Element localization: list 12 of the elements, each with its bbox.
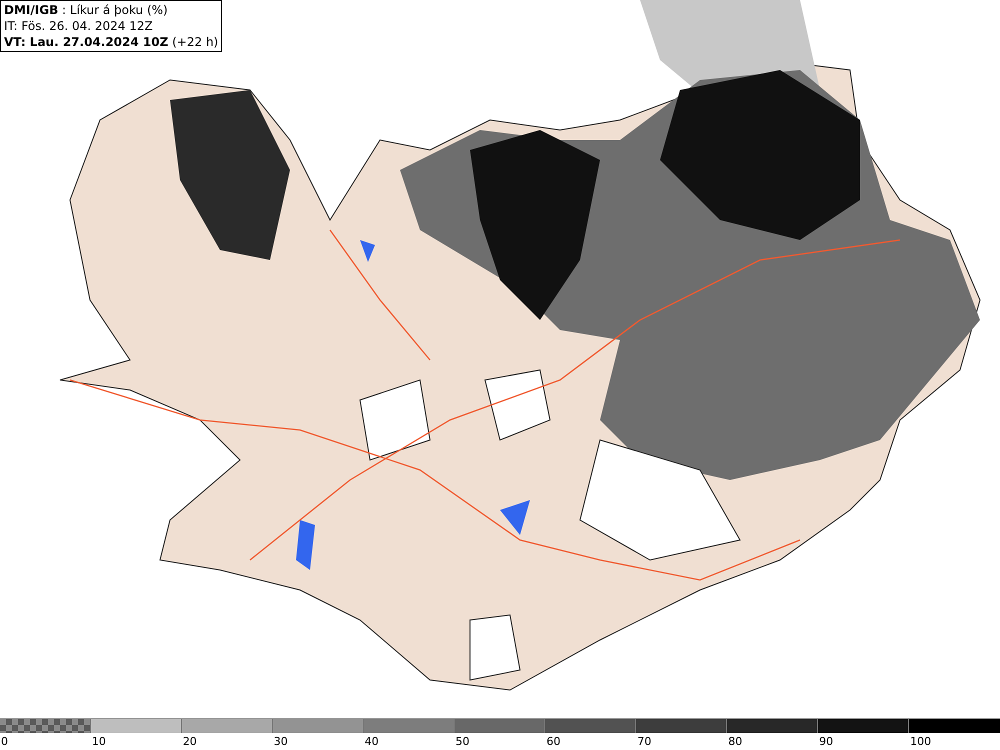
scale-label: 70	[636, 734, 652, 750]
scale-label: 60	[545, 734, 560, 750]
scale-label: 90	[818, 734, 834, 750]
scale-label: 80	[727, 734, 742, 750]
map-caption: DMI/IGB : Líkur á þoku (%) IT: Fös. 26. 04. 2024 12Z VT: Lau. 27.04.2024 10Z (+22 h)	[0, 0, 222, 52]
scale-label: 10	[90, 734, 106, 750]
scale-label: 30	[272, 734, 288, 750]
scale-label: 100	[909, 734, 932, 750]
scale-label: 50	[454, 734, 470, 750]
scale-label: 20	[182, 734, 197, 750]
scale-label: 0	[0, 734, 8, 750]
scale-label: 40	[364, 734, 379, 750]
